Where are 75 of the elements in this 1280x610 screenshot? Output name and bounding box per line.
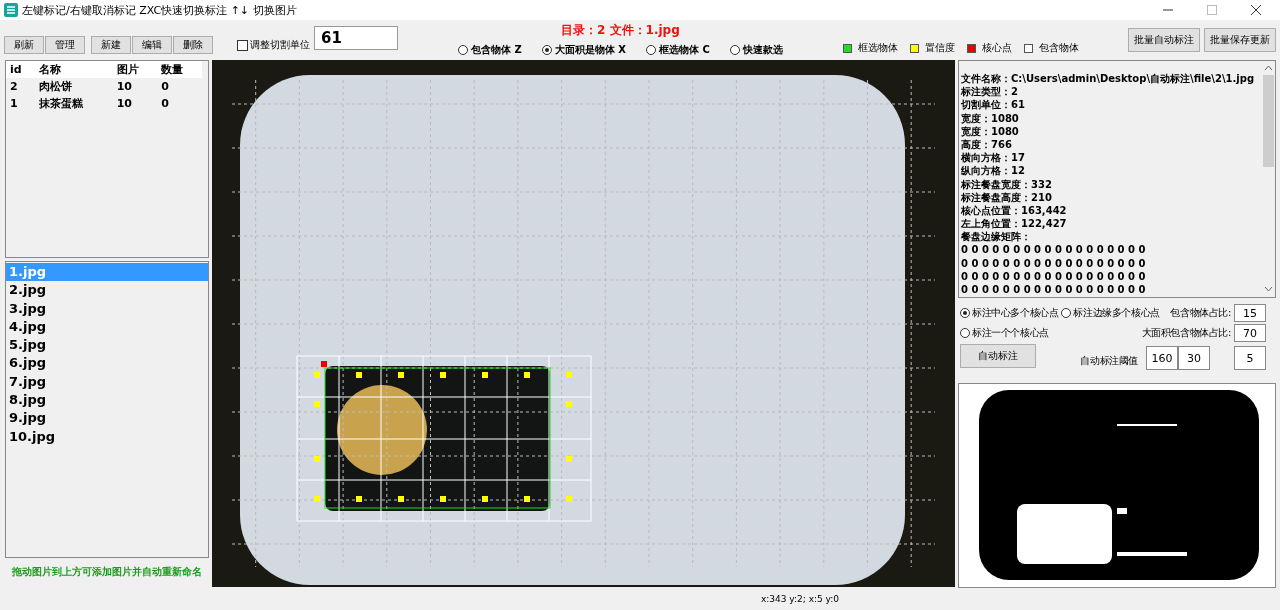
- table-cell-text: 1: [9, 96, 19, 112]
- file-item[interactable]: 8.jpg: [6, 391, 208, 410]
- table-cell-text: 10: [115, 96, 133, 112]
- file-item[interactable]: 2.jpg: [6, 281, 208, 300]
- mode-radio[interactable]: 大面积是物体 X: [541, 43, 626, 57]
- column-header: 名称: [35, 61, 113, 78]
- info-line: 横向方格：17: [961, 151, 1026, 165]
- ratio-label: 包含物体占比:: [1170, 306, 1231, 320]
- info-line: 纵向方格：12: [961, 164, 1026, 178]
- info-line: 餐盘边缘矩阵：: [961, 230, 1032, 244]
- file-item[interactable]: 3.jpg: [6, 299, 208, 318]
- toolbar-button[interactable]: 删除: [173, 36, 213, 54]
- value-input[interactable]: 5: [1234, 346, 1266, 370]
- auto-label-button[interactable]: 自动标注: [960, 344, 1036, 368]
- cursor-position: x:343 y:2; x:5 y:0: [760, 593, 840, 604]
- ratio-input[interactable]: 15: [1234, 304, 1266, 322]
- table-cell-text: 抹茶蛋糕: [38, 96, 85, 112]
- info-textbox[interactable]: [958, 60, 1276, 298]
- mode-radio[interactable]: 快速款选: [729, 43, 783, 57]
- batch-button[interactable]: 批量自动标注: [1128, 28, 1200, 52]
- info-line: 标注餐盘宽度：332: [961, 177, 1053, 191]
- info-line: 宽度：1080: [961, 111, 1020, 125]
- legend-label: 包含物体: [1038, 42, 1079, 55]
- app-icon: [4, 3, 18, 17]
- annotation-grid[interactable]: [296, 355, 592, 522]
- file-item[interactable]: 4.jpg: [6, 317, 208, 337]
- toolbar-button[interactable]: 新建: [91, 36, 131, 54]
- threshold-input[interactable]: 160: [1146, 346, 1178, 370]
- directory-heading: 目录：2 文件：1.jpg: [561, 22, 680, 39]
- window-title: 左键标记/右键取消标记 ZXC快速切换标注 ↑↓ 切换图片: [22, 2, 297, 18]
- file-item[interactable]: 6.jpg: [6, 354, 208, 373]
- info-line: 切割单位：61: [961, 98, 1026, 112]
- close-icon[interactable]: [1251, 5, 1261, 15]
- ratio-input[interactable]: 70: [1234, 324, 1266, 342]
- info-line: 标注餐盘高度：210: [961, 190, 1053, 204]
- column-header: 图片: [112, 61, 158, 78]
- threshold-input[interactable]: 30: [1178, 346, 1210, 370]
- mode-radio[interactable]: 框选物体 C: [645, 43, 710, 57]
- column-header: 数量: [157, 61, 202, 78]
- table-cell-text: 0: [160, 96, 170, 112]
- adjust-checkbox[interactable]: 调整切割单位: [237, 38, 310, 52]
- table-cell: 肉松饼: [35, 78, 113, 95]
- info-line: 核心点位置：163,442: [961, 203, 1068, 218]
- info-line: 宽度：1080: [961, 124, 1020, 138]
- legend-label: 核心点: [981, 42, 1012, 55]
- toolbar-button[interactable]: 管理: [45, 36, 85, 54]
- ratio-label: 大面积包含物体占比:: [1141, 326, 1231, 340]
- table-cell: 0: [157, 78, 202, 95]
- info-line: 左上角位置：122,427: [961, 217, 1068, 231]
- mode-radio[interactable]: 包含物体 Z: [458, 43, 522, 57]
- legend-label: 置信度: [924, 42, 955, 55]
- matrix-row-text: 0 0 0 0 0 0 0 0 0 0 0 0 0 0 0 0 0 0: [961, 269, 1147, 283]
- batch-button[interactable]: 批量保存更新: [1204, 28, 1276, 52]
- matrix-row-text: 0 0 0 0 0 0 0 0 0 0 0 0 0 0 0 0 0 0: [961, 243, 1147, 257]
- file-item[interactable]: 10.jpg: [6, 427, 208, 446]
- option-radio[interactable]: 标注一个个核心点: [960, 326, 1049, 340]
- option-radio[interactable]: 标注边缘多个核心点: [1061, 306, 1160, 320]
- file-item[interactable]: 9.jpg: [6, 409, 208, 428]
- toolbar-button[interactable]: 编辑: [132, 36, 172, 54]
- drop-hint: 拖动图片到上方可添加图片并自动重新命名: [11, 566, 203, 579]
- info-line: 标注类型：2: [961, 85, 1019, 99]
- column-header: id: [6, 61, 36, 78]
- file-item[interactable]: 5.jpg: [6, 336, 208, 355]
- option-radio[interactable]: 标注中心多个核心点: [960, 306, 1059, 320]
- file-item[interactable]: 7.jpg: [6, 372, 208, 392]
- table-cell: 2: [6, 78, 36, 95]
- matrix-row-text: 0 0 0 0 0 0 0 0 0 0 0 0 0 0 0 0 0 0: [961, 283, 1147, 297]
- unit-input[interactable]: 61: [314, 26, 398, 50]
- toolbar-button[interactable]: 刷新: [4, 36, 44, 54]
- info-line: 高度：766: [961, 137, 1013, 152]
- matrix-row-text: 0 0 0 0 0 0 0 0 0 0 0 0 0 0 0 0 0 0: [961, 256, 1147, 270]
- threshold-label: 自动标注阈值: [1080, 354, 1138, 368]
- legend-label: 框选物体: [857, 42, 898, 55]
- info-line: 文件名称：C:\Users\admin\Desktop\自动标注\file\2\1.jpg: [961, 72, 1256, 86]
- table-cell: 10: [112, 78, 158, 95]
